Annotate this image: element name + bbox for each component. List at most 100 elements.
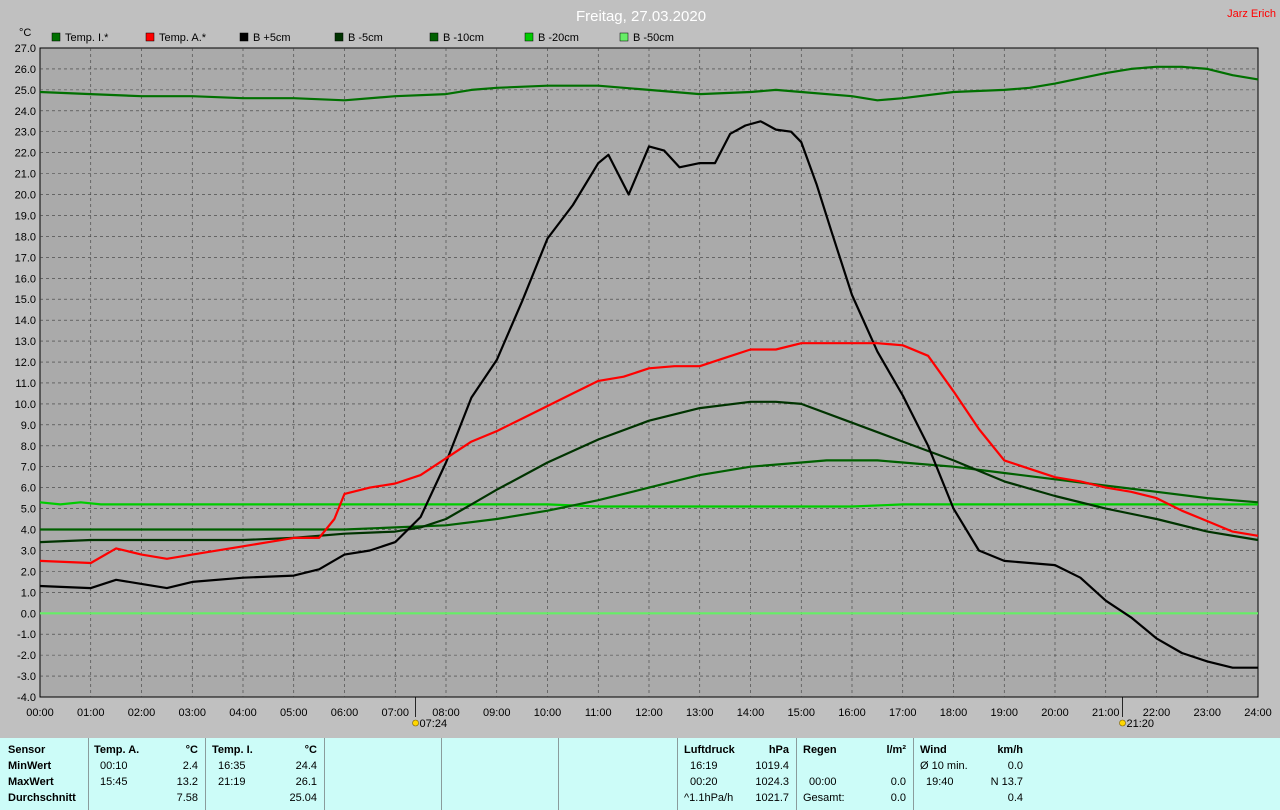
x-tick-label: 23:00 xyxy=(1193,707,1221,719)
legend-item: Temp. I.* xyxy=(51,32,109,44)
temperature-chart: Freitag, 27.03.2020 Jarz Erich °C Temp. … xyxy=(15,8,1276,730)
temp-a-max-time: 15:45 xyxy=(100,776,128,788)
x-tick-label: 03:00 xyxy=(178,707,206,719)
x-tick-label: 24:00 xyxy=(1244,707,1272,719)
y-tick-label: 23.0 xyxy=(15,127,36,139)
sensor-column: Sensor MinWert MaxWert Durchschnitt xyxy=(0,738,89,810)
wind-day-avg-value: 0.4 xyxy=(1007,792,1023,804)
marker-time-label: 07:24 xyxy=(420,718,448,730)
y-tick-label: 0.0 xyxy=(21,608,36,620)
wind-max-time: 19:40 xyxy=(926,776,954,788)
x-tick-label: 18:00 xyxy=(940,707,968,719)
y-axis-unit: °C xyxy=(19,27,31,39)
legend-item: B -10cm xyxy=(429,32,484,44)
temp-a-column: Temp. A. °C 00:10 2.4 15:45 13.2 7.58 xyxy=(89,738,206,810)
rain-total-label: Gesamt: xyxy=(803,792,845,804)
wind-unit: km/h xyxy=(997,744,1023,756)
y-tick-label: 12.0 xyxy=(15,357,36,369)
pressure-min-value: 1019.4 xyxy=(755,760,789,772)
row-label-min: MinWert xyxy=(8,760,52,772)
y-tick-label: 13.0 xyxy=(15,336,36,348)
legend-item: B -50cm xyxy=(619,32,674,44)
sun-icon xyxy=(412,719,419,727)
statistics-panel: Sensor MinWert MaxWert Durchschnitt Temp… xyxy=(0,738,1280,810)
rain-max-value: 0.0 xyxy=(890,776,906,788)
wind-max-value: N 13.7 xyxy=(990,776,1023,788)
legend-item: B -20cm xyxy=(524,32,579,44)
empty-column-1 xyxy=(325,738,442,810)
row-label-max: MaxWert xyxy=(8,776,54,788)
x-tick-label: 14:00 xyxy=(737,707,765,719)
pressure-max-value: 1024.3 xyxy=(755,776,789,788)
y-tick-label: 21.0 xyxy=(15,169,36,181)
temp-a-avg-value: 7.58 xyxy=(176,792,198,804)
legend-item: B -5cm xyxy=(334,32,383,44)
y-tick-label: 10.0 xyxy=(15,399,36,411)
pressure-avg-value: 1021.7 xyxy=(755,792,789,804)
y-tick-label: -3.0 xyxy=(17,671,36,683)
y-tick-label: 4.0 xyxy=(21,525,36,537)
y-tick-label: 25.0 xyxy=(15,85,36,97)
y-tick-label: 22.0 xyxy=(15,148,36,160)
legend-label: B -5cm xyxy=(348,32,383,44)
rain-max-time: 00:00 xyxy=(809,776,837,788)
legend-swatch xyxy=(429,32,439,42)
y-tick-label: 17.0 xyxy=(15,252,36,264)
legend-swatch xyxy=(334,32,344,42)
rain-total-value: 0.0 xyxy=(890,792,906,804)
temp-i-min-value: 24.4 xyxy=(295,760,317,772)
y-tick-label: 19.0 xyxy=(15,210,36,222)
x-tick-label: 00:00 xyxy=(26,707,54,719)
temp-a-max-value: 13.2 xyxy=(176,776,198,788)
legend-label: B -50cm xyxy=(633,32,674,44)
temp-i-unit: °C xyxy=(304,744,317,756)
legend-label: B -10cm xyxy=(443,32,484,44)
x-tick-label: 16:00 xyxy=(838,707,866,719)
legend-label: B +5cm xyxy=(253,32,291,44)
pressure-min-time: 16:19 xyxy=(690,760,718,772)
legend-item: B +5cm xyxy=(239,32,291,44)
y-tick-label: -2.0 xyxy=(17,650,36,662)
x-tick-label: 20:00 xyxy=(1041,707,1069,719)
wind-header: Wind xyxy=(920,744,947,756)
y-tick-label: 8.0 xyxy=(21,441,36,453)
legend-swatch xyxy=(524,32,534,42)
temp-i-column: Temp. I. °C 16:35 24.4 21:19 26.1 25.04 xyxy=(206,738,325,810)
y-axis-ticks: -4.0 -3.0 -2.0 -1.0 0.0 1.0 2.0 3.0 4.0 5.0 6.0 7.0… xyxy=(15,43,36,704)
sensor-header: Sensor xyxy=(8,744,46,756)
sun-icon xyxy=(1119,719,1126,727)
temp-a-unit: °C xyxy=(185,744,198,756)
x-tick-label: 15:00 xyxy=(787,707,815,719)
x-tick-label: 13:00 xyxy=(686,707,714,719)
legend-swatch xyxy=(51,32,61,42)
temp-i-max-time: 21:19 xyxy=(218,776,246,788)
y-tick-label: 9.0 xyxy=(21,420,36,432)
x-tick-label: 05:00 xyxy=(280,707,308,719)
y-tick-label: 14.0 xyxy=(15,315,36,327)
y-tick-label: 15.0 xyxy=(15,294,36,306)
legend: Temp. I.* Temp. A.* B +5cm B -5cm B -10cm B -… xyxy=(51,32,674,44)
y-tick-label: 27.0 xyxy=(15,43,36,55)
y-tick-label: -4.0 xyxy=(17,692,36,704)
empty-column-3 xyxy=(559,738,678,810)
x-tick-label: 06:00 xyxy=(331,707,359,719)
wind-column: Wind km/h Ø 10 min. 0.0 19:40 N 13.7 0.4 xyxy=(914,738,1030,810)
y-tick-label: 6.0 xyxy=(21,483,36,495)
x-tick-label: 12:00 xyxy=(635,707,663,719)
x-tick-label: 11:00 xyxy=(585,707,612,719)
temp-a-min-value: 2.4 xyxy=(182,760,198,772)
wind-avg10-value: 0.0 xyxy=(1007,760,1023,772)
author-label: Jarz Erich xyxy=(1227,8,1276,20)
x-tick-label: 09:00 xyxy=(483,707,511,719)
legend-label: B -20cm xyxy=(538,32,579,44)
pressure-unit: hPa xyxy=(768,744,789,756)
y-tick-label: 3.0 xyxy=(21,545,36,557)
y-tick-label: -1.0 xyxy=(17,629,36,641)
y-tick-label: 24.0 xyxy=(15,106,36,118)
pressure-header: Luftdruck xyxy=(684,744,735,756)
rain-unit: l/m² xyxy=(886,744,906,756)
y-tick-label: 2.0 xyxy=(21,566,36,578)
legend-item: Temp. A.* xyxy=(145,32,207,44)
y-tick-label: 5.0 xyxy=(21,504,36,516)
legend-swatch xyxy=(619,32,629,42)
